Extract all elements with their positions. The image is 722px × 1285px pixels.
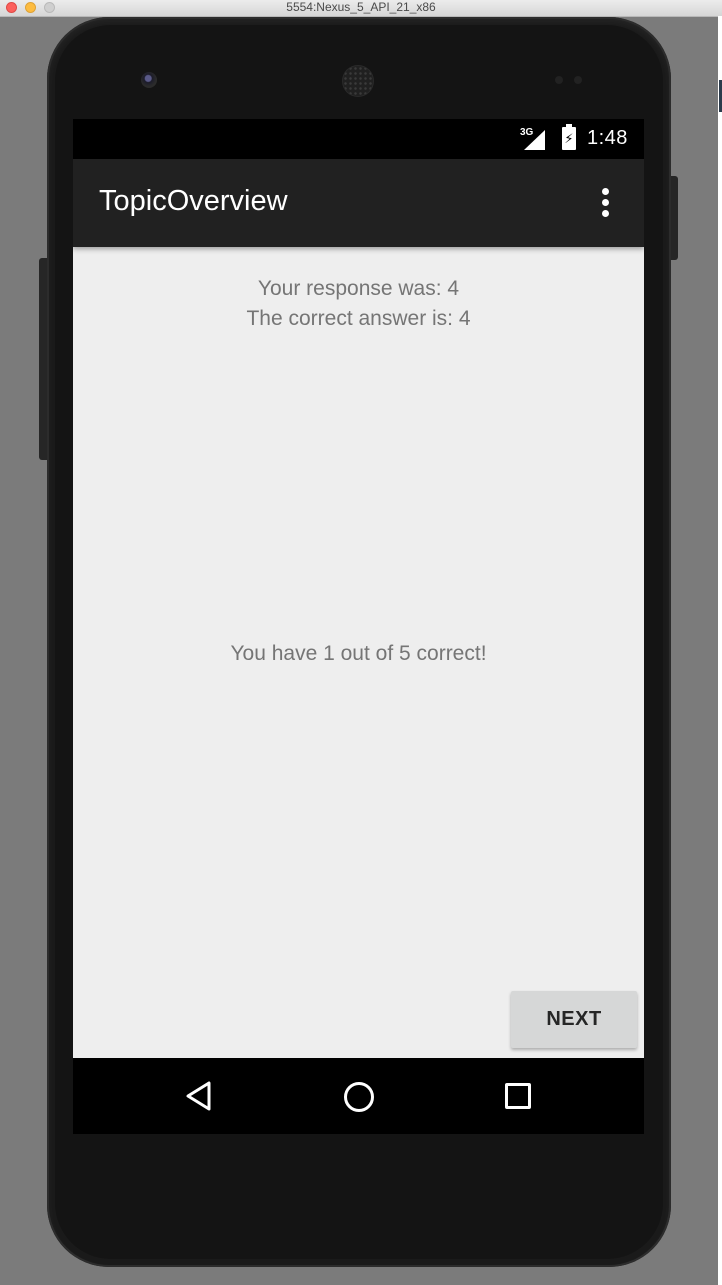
navigation-bar xyxy=(73,1058,644,1134)
charging-bolt-icon: ⚡ xyxy=(564,131,574,146)
status-bar: 3G ⚡ 1:48 xyxy=(73,119,644,159)
next-button[interactable]: NEXT xyxy=(511,991,637,1048)
light-sensor-icon xyxy=(574,76,582,84)
background-window-edge xyxy=(718,16,722,1285)
app-bar: TopicOverview xyxy=(73,159,644,247)
score-text: You have 1 out of 5 correct! xyxy=(230,642,487,665)
front-camera-icon xyxy=(141,72,157,88)
correct-answer-text: The correct answer is: 4 xyxy=(246,307,471,330)
more-vert-icon[interactable] xyxy=(594,188,618,218)
proximity-sensor-icon xyxy=(555,76,563,84)
earpiece-speaker-icon xyxy=(343,66,373,96)
app-title: TopicOverview xyxy=(99,185,288,217)
device-screen: 3G ⚡ 1:48 TopicOverview Your response wa… xyxy=(73,119,644,1134)
back-triangle-icon[interactable] xyxy=(184,1080,216,1112)
window-title: 5554:Nexus_5_API_21_x86 xyxy=(286,0,436,14)
recents-square-icon[interactable] xyxy=(505,1083,531,1109)
signal-strength-icon xyxy=(524,130,545,150)
power-button[interactable] xyxy=(671,176,678,260)
response-text: Your response was: 4 xyxy=(257,277,460,300)
battery-charging-icon: ⚡ xyxy=(562,124,576,150)
volume-button[interactable] xyxy=(39,258,47,460)
window-titlebar: 5554:Nexus_5_API_21_x86 xyxy=(0,0,722,17)
home-circle-icon[interactable] xyxy=(344,1082,374,1112)
status-clock: 1:48 xyxy=(587,127,628,149)
